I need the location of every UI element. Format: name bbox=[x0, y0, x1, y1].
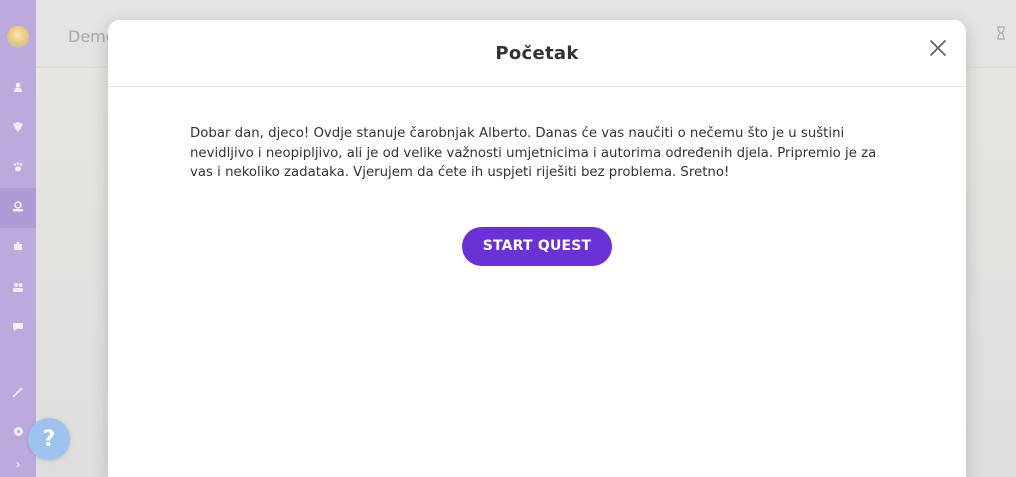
start-quest-button[interactable]: START QUEST bbox=[461, 226, 613, 266]
quest-intro-text: Dobar dan, djeco! Ovdje stanuje čarobnja… bbox=[190, 126, 877, 180]
help-button[interactable]: ? bbox=[28, 418, 70, 460]
modal-body: Dobar dan, djeco! Ovdje stanuje čarobnja… bbox=[108, 87, 966, 266]
modal-header: Početak bbox=[108, 20, 966, 87]
question-mark-icon: ? bbox=[42, 426, 56, 452]
close-button[interactable] bbox=[926, 36, 950, 60]
close-icon bbox=[930, 40, 946, 56]
button-row: START QUEST bbox=[190, 226, 884, 266]
quest-intro-modal: Početak Dobar dan, djeco! Ovdje stanuje … bbox=[108, 20, 966, 477]
modal-title: Početak bbox=[495, 42, 579, 64]
